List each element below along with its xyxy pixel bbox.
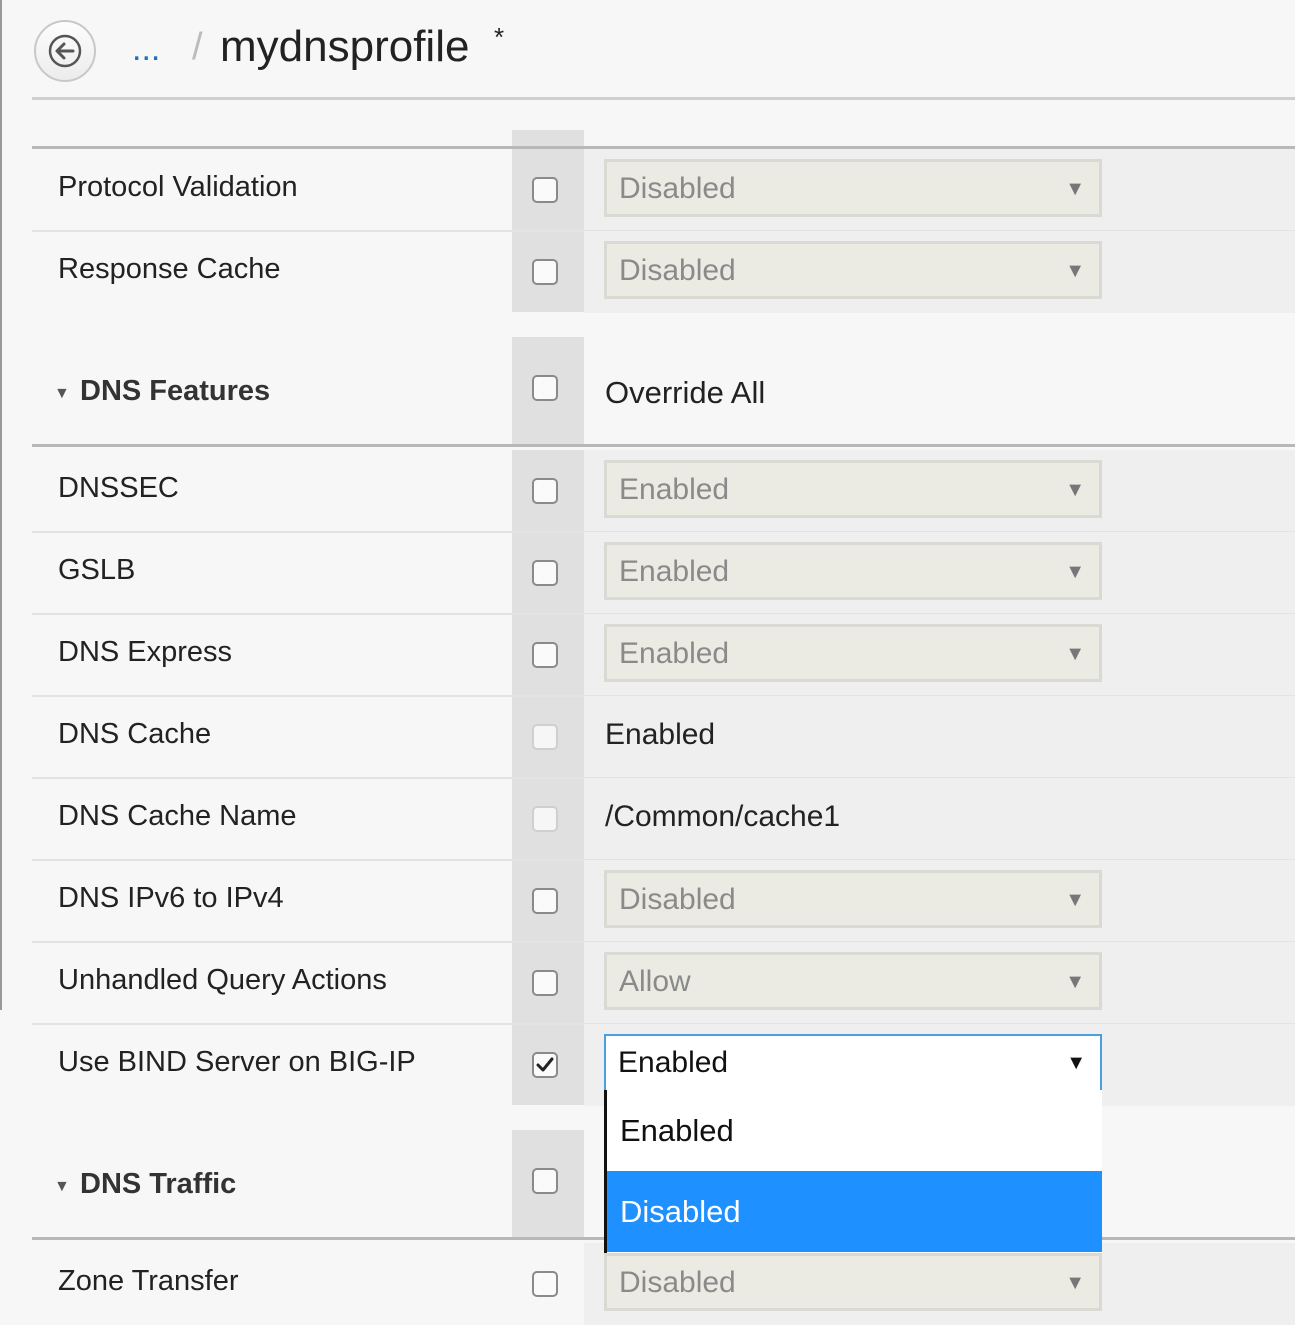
row-dns-express: DNS Express Enabled ▼	[32, 614, 1295, 697]
unsaved-marker: *	[494, 22, 505, 52]
override-checkbox[interactable]	[532, 642, 558, 668]
row-gslb: GSLB Enabled ▼	[32, 532, 1295, 615]
select-value: Enabled	[619, 473, 730, 506]
row-label: DNS IPv6 to IPv4	[58, 882, 284, 914]
row-dns-cache-name: DNS Cache Name /Common/cache1	[32, 778, 1295, 861]
row-label: Protocol Validation	[58, 171, 298, 203]
row-label: DNS Cache	[58, 718, 212, 750]
override-all-checkbox[interactable]	[532, 1168, 558, 1194]
chevron-down-icon: ▼	[1065, 178, 1085, 200]
gslb-select[interactable]: Enabled ▼	[604, 542, 1102, 600]
readonly-value: /Common/cache1	[605, 800, 841, 833]
override-all-label: Override All	[605, 375, 766, 410]
collapse-caret-icon[interactable]: ▼	[54, 385, 70, 403]
override-checkbox-checked[interactable]	[532, 1052, 558, 1078]
chevron-down-icon: ▼	[1066, 1052, 1086, 1074]
back-button[interactable]	[34, 20, 96, 82]
chevron-down-icon: ▼	[1065, 561, 1085, 583]
override-checkbox[interactable]	[532, 259, 558, 285]
row-dns-cache: DNS Cache Enabled	[32, 696, 1295, 779]
breadcrumb-separator: /	[192, 26, 203, 68]
override-checkbox[interactable]	[532, 177, 558, 203]
row-label: DNS Cache Name	[58, 800, 297, 832]
override-checkbox[interactable]	[532, 560, 558, 586]
override-checkbox[interactable]	[532, 888, 558, 914]
row-label: Unhandled Query Actions	[58, 964, 387, 996]
chevron-down-icon: ▼	[1065, 643, 1085, 665]
chevron-down-icon: ▼	[1065, 479, 1085, 501]
row-response-cache: Response Cache Disabled ▼	[32, 231, 1295, 313]
override-checkbox[interactable]	[532, 1271, 558, 1297]
protocol-validation-select[interactable]: Disabled ▼	[604, 159, 1102, 217]
select-value: Enabled	[619, 555, 730, 588]
section-title[interactable]: DNS Traffic	[80, 1168, 236, 1201]
section-dns-features: ▼ DNS Features Override All	[32, 337, 1295, 447]
chevron-down-icon: ▼	[1065, 1272, 1085, 1294]
response-cache-select[interactable]: Disabled ▼	[604, 241, 1102, 299]
dns-express-select[interactable]: Enabled ▼	[604, 624, 1102, 682]
breadcrumb-ellipsis-link[interactable]: ...	[132, 30, 160, 69]
dns-ipv6-to-ipv4-select[interactable]: Disabled ▼	[604, 870, 1102, 928]
row-unhandled-query-actions: Unhandled Query Actions Allow ▼	[32, 942, 1295, 1025]
readonly-value: Enabled	[605, 718, 716, 751]
checkmark-icon	[536, 1057, 554, 1072]
select-value: Enabled	[618, 1046, 729, 1079]
override-checkbox[interactable]	[532, 478, 558, 504]
window-edge	[0, 0, 2, 1010]
row-label: DNS Express	[58, 636, 233, 668]
zone-transfer-select[interactable]: Disabled ▼	[604, 1253, 1102, 1311]
select-value: Allow	[619, 965, 691, 998]
collapse-caret-icon[interactable]: ▼	[54, 1178, 70, 1196]
select-value: Enabled	[619, 637, 730, 670]
row-label: DNSSEC	[58, 472, 179, 504]
row-label: Zone Transfer	[58, 1265, 239, 1297]
override-all-checkbox[interactable]	[532, 375, 558, 401]
arrow-left-icon	[48, 34, 82, 68]
row-zone-transfer: Zone Transfer Disabled ▼	[32, 1243, 1295, 1325]
use-bind-server-select[interactable]: Enabled ▼	[604, 1034, 1102, 1092]
override-checkbox[interactable]	[532, 970, 558, 996]
chevron-down-icon: ▼	[1065, 971, 1085, 993]
header-divider	[32, 97, 1295, 100]
row-label: Response Cache	[58, 253, 281, 285]
row-protocol-validation: Protocol Validation Disabled ▼	[32, 149, 1295, 232]
option-disabled-highlighted[interactable]: Disabled	[607, 1171, 1102, 1252]
select-value: Disabled	[619, 1266, 736, 1299]
select-value: Disabled	[619, 254, 736, 287]
row-label: Use BIND Server on BIG-IP	[58, 1046, 416, 1078]
row-dns-ipv6-to-ipv4: DNS IPv6 to IPv4 Disabled ▼	[32, 860, 1295, 943]
row-label: GSLB	[58, 554, 136, 586]
unhandled-query-actions-select[interactable]: Allow ▼	[604, 952, 1102, 1010]
override-checkbox-disabled	[532, 724, 558, 750]
option-enabled[interactable]: Enabled	[607, 1090, 1102, 1171]
chevron-down-icon: ▼	[1065, 889, 1085, 911]
section-title[interactable]: DNS Features	[80, 375, 270, 408]
select-dropdown-list: Enabled Disabled	[604, 1090, 1102, 1253]
select-value: Disabled	[619, 172, 736, 205]
select-value: Disabled	[619, 883, 736, 916]
dnssec-select[interactable]: Enabled ▼	[604, 460, 1102, 518]
row-dnssec: DNSSEC Enabled ▼	[32, 450, 1295, 533]
page-title: mydnsprofile	[220, 22, 470, 71]
override-checkbox-disabled	[532, 806, 558, 832]
chevron-down-icon: ▼	[1065, 260, 1085, 282]
